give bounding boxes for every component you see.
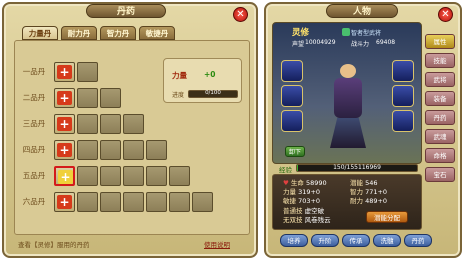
side-tab-equipment[interactable]: 装备 bbox=[425, 91, 455, 106]
usage-note-link[interactable]: 使用说明 bbox=[204, 239, 230, 249]
equip-slot-ring[interactable] bbox=[392, 110, 414, 132]
row-label-5: 五品丹 bbox=[22, 171, 46, 180]
pill-slot[interactable] bbox=[123, 114, 144, 134]
equip-slot-armor[interactable] bbox=[281, 85, 303, 107]
attr-value: +0 bbox=[204, 70, 216, 79]
pill-slot[interactable] bbox=[77, 140, 98, 160]
class-name: 智者型武将 bbox=[351, 30, 382, 37]
prestige-label: 声望 bbox=[292, 41, 305, 48]
side-tab-souls[interactable]: 武魂 bbox=[425, 129, 455, 144]
pill-slot[interactable] bbox=[77, 114, 98, 134]
pill-slot[interactable] bbox=[169, 192, 190, 212]
character-portrait bbox=[322, 60, 374, 152]
side-tab-generals[interactable]: 武将 bbox=[425, 72, 455, 87]
pill-slot[interactable] bbox=[146, 140, 167, 160]
pill-slot[interactable] bbox=[146, 192, 167, 212]
pill-slot-add[interactable]: + bbox=[54, 62, 75, 82]
plus-icon: + bbox=[57, 143, 72, 157]
footer-text: 查看【灵修】服用的丹药 bbox=[18, 241, 90, 249]
side-tab-attributes[interactable]: 属性 bbox=[425, 34, 455, 49]
prestige-value: 10004929 bbox=[305, 39, 336, 46]
stat-stamina: 耐力 489+0 bbox=[350, 197, 388, 205]
shield-icon bbox=[342, 28, 350, 36]
pill-button[interactable]: 丹药 bbox=[404, 234, 432, 247]
exp-label: 经验 bbox=[279, 166, 292, 174]
pill-slot[interactable] bbox=[123, 166, 144, 186]
pill-slot[interactable] bbox=[123, 192, 144, 212]
skill-ultimate: 无双技 风卷残云 bbox=[283, 216, 331, 224]
row-label-1: 一品丹 bbox=[22, 67, 46, 76]
upgrade-button[interactable]: 升阶 bbox=[311, 234, 339, 247]
row-label-6: 六品丹 bbox=[22, 197, 46, 206]
plus-icon: + bbox=[57, 195, 72, 209]
attr-label: 力量 bbox=[172, 71, 187, 80]
char-name: 灵修 bbox=[292, 28, 310, 38]
refine-button[interactable]: 洗髓 bbox=[373, 234, 401, 247]
equip-slot-helmet[interactable] bbox=[281, 60, 303, 82]
exp-value: 150/155116969 bbox=[333, 164, 381, 171]
equip-slot-weapon[interactable] bbox=[392, 60, 414, 82]
pill-slot[interactable] bbox=[77, 62, 98, 82]
plus-icon: + bbox=[57, 91, 72, 105]
row-label-3: 三品丹 bbox=[22, 119, 46, 128]
plus-icon: + bbox=[57, 117, 72, 131]
train-button[interactable]: 培养 bbox=[280, 234, 308, 247]
row-label-4: 四品丹 bbox=[22, 145, 46, 154]
tab-intellect-pill[interactable]: 智力丹 bbox=[100, 26, 136, 40]
side-tab-fate[interactable]: 命格 bbox=[425, 148, 455, 163]
equip-slot-accessory[interactable] bbox=[281, 110, 303, 132]
tab-stamina-pill[interactable]: 耐力丹 bbox=[61, 26, 97, 40]
inherit-button[interactable]: 传承 bbox=[342, 234, 370, 247]
progress-bar: 0/100 bbox=[188, 90, 238, 98]
progress-label: 进度 bbox=[172, 92, 185, 99]
tab-agility-pill[interactable]: 敏捷丹 bbox=[139, 26, 175, 40]
side-tab-pills[interactable]: 丹药 bbox=[425, 110, 455, 125]
pill-info-box: 力量 +0 进度 0/100 bbox=[163, 58, 242, 103]
pill-slot[interactable] bbox=[100, 140, 121, 160]
stat-agility: 敏捷 703+0 bbox=[283, 197, 321, 205]
pill-slot[interactable] bbox=[100, 166, 121, 186]
pill-slot-add[interactable]: + bbox=[54, 114, 75, 134]
reallocate-button[interactable]: 潜能分配 bbox=[366, 211, 408, 223]
pill-slot[interactable] bbox=[77, 88, 98, 108]
pill-slot[interactable] bbox=[100, 192, 121, 212]
pill-slot[interactable] bbox=[77, 192, 98, 212]
pill-slot[interactable] bbox=[169, 166, 190, 186]
pill-slot[interactable] bbox=[192, 192, 213, 212]
side-tab-gems[interactable]: 宝石 bbox=[425, 167, 455, 182]
pill-slot[interactable] bbox=[100, 114, 121, 134]
close-pill-panel-button[interactable]: ✕ bbox=[233, 7, 248, 22]
pill-slot-add[interactable]: + bbox=[54, 88, 75, 108]
pill-slot[interactable] bbox=[146, 166, 167, 186]
pill-slot[interactable] bbox=[123, 140, 144, 160]
combat-label: 战斗力 bbox=[351, 41, 370, 48]
plus-icon: + bbox=[57, 65, 72, 79]
side-tab-skills[interactable]: 技能 bbox=[425, 53, 455, 68]
plus-icon: + bbox=[58, 170, 73, 184]
progress-value: 0/100 bbox=[205, 90, 221, 96]
pill-slot[interactable] bbox=[100, 88, 121, 108]
unequip-button[interactable]: 卸下 bbox=[285, 146, 305, 157]
character-panel-title: 人物 bbox=[326, 4, 398, 18]
tab-strength-pill[interactable]: 力量丹 bbox=[22, 26, 58, 40]
combat-value: 69408 bbox=[376, 39, 396, 46]
close-character-panel-button[interactable]: ✕ bbox=[438, 7, 453, 22]
pill-slot-add[interactable]: + bbox=[54, 192, 75, 212]
row-label-2: 二品丹 bbox=[22, 93, 46, 102]
pill-panel-title: 丹药 bbox=[86, 4, 166, 18]
equip-slot-cape[interactable] bbox=[392, 85, 414, 107]
exp-bar: 150/155116969 bbox=[296, 164, 418, 172]
pill-slot-add[interactable]: + bbox=[54, 140, 75, 160]
pill-slot-add-selected[interactable]: + bbox=[54, 166, 75, 186]
pill-slot[interactable] bbox=[77, 166, 98, 186]
